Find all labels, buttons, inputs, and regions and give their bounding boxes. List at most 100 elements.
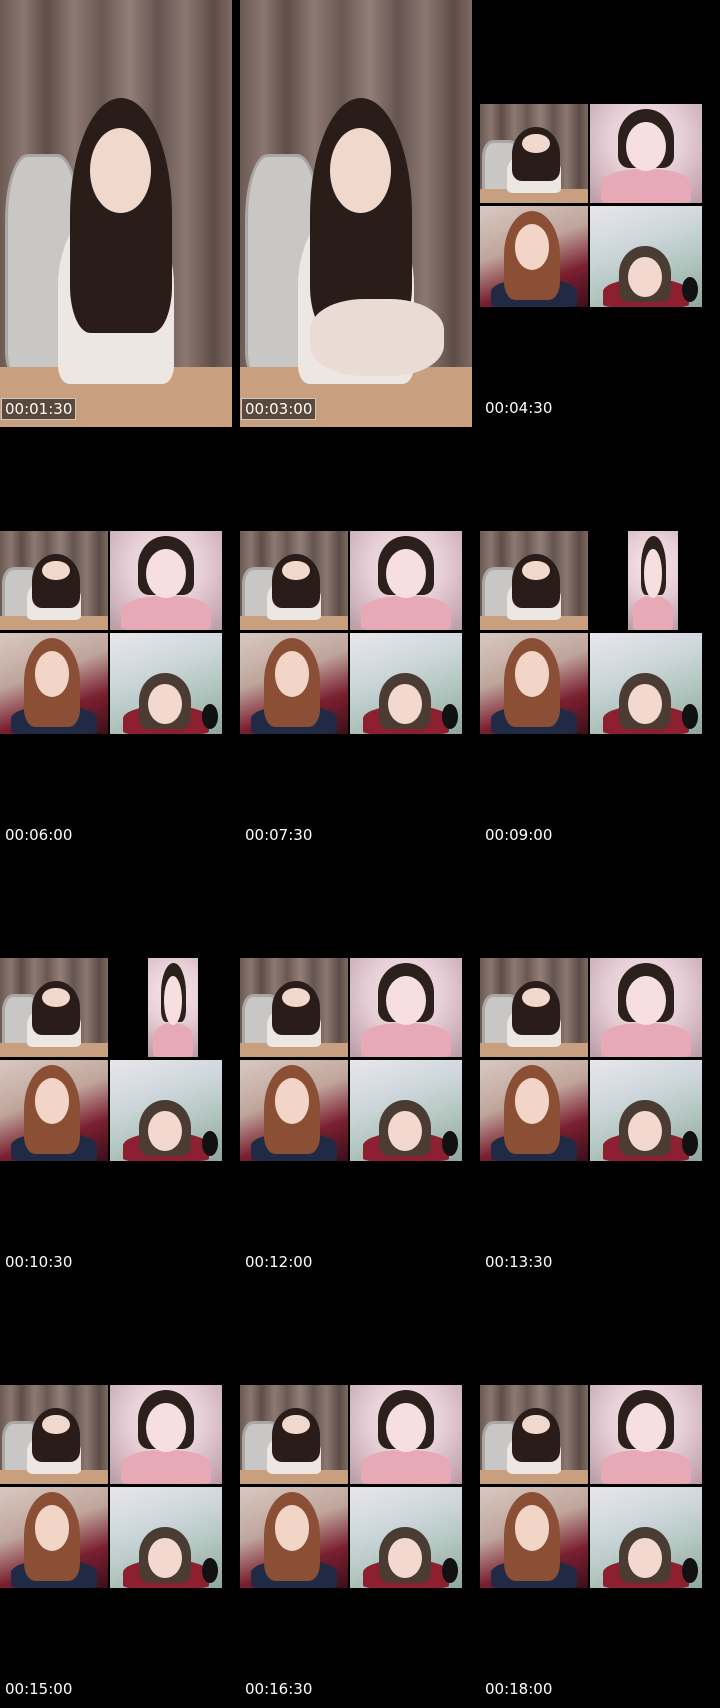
person-body <box>361 1023 451 1057</box>
person-face <box>90 128 151 214</box>
video-tile <box>240 958 348 1057</box>
video-tile <box>590 1385 702 1484</box>
person-face <box>625 121 667 172</box>
person-face <box>385 975 427 1026</box>
video-tile <box>350 1060 462 1161</box>
person-face <box>388 1537 422 1578</box>
video-tile <box>480 104 588 203</box>
person-body <box>361 1450 451 1484</box>
video-tile <box>110 1487 222 1588</box>
video-tile <box>350 531 462 630</box>
video-tile <box>240 633 348 734</box>
video-frame-9: 00:13:30 <box>480 854 712 1281</box>
video-tile <box>0 1060 108 1161</box>
video-tile <box>480 531 588 630</box>
video-frame-6: 00:09:00 <box>480 427 712 854</box>
person-face <box>145 1402 187 1453</box>
person-body <box>601 1450 691 1484</box>
video-tile <box>0 1385 108 1484</box>
person-face <box>514 1078 550 1124</box>
pillow <box>309 298 445 376</box>
microphone <box>441 703 458 729</box>
person-face <box>628 1110 662 1151</box>
person-face <box>34 1505 70 1551</box>
video-tile <box>590 958 702 1057</box>
person-face <box>34 651 70 697</box>
person-face <box>164 975 182 1026</box>
video-frame-7: 00:10:30 <box>0 854 232 1281</box>
video-tile <box>110 633 222 734</box>
video-tile <box>590 104 702 203</box>
video-tile <box>480 1385 588 1484</box>
video-tile <box>240 531 348 630</box>
timestamp-label: 00:06:00 <box>5 826 73 844</box>
person-face <box>644 548 662 599</box>
video-tile <box>590 1060 702 1161</box>
video-tile <box>240 1487 348 1588</box>
timestamp-label: 00:09:00 <box>485 826 553 844</box>
person-face <box>34 1078 70 1124</box>
video-tile <box>110 1060 222 1161</box>
timestamp-label: 00:16:30 <box>245 1680 313 1698</box>
person-face <box>628 256 662 297</box>
video-tile <box>110 1385 222 1484</box>
microphone <box>681 1130 698 1156</box>
person-body <box>633 596 673 630</box>
video-tile <box>0 958 108 1057</box>
person-body <box>153 1023 193 1057</box>
video-frame-2: 00:03:00 <box>240 0 472 427</box>
person-face <box>628 683 662 724</box>
video-tile <box>480 206 588 307</box>
video-tile <box>350 633 462 734</box>
person-face <box>148 1110 182 1151</box>
person-face <box>514 651 550 697</box>
microphone <box>681 276 698 302</box>
video-tile <box>110 531 222 630</box>
video-tile <box>0 633 108 734</box>
video-tile <box>240 1385 348 1484</box>
timestamp-label: 00:12:00 <box>245 1253 313 1271</box>
person-body <box>121 596 211 630</box>
person-face <box>625 1402 667 1453</box>
person-face <box>514 224 550 270</box>
microphone <box>441 1130 458 1156</box>
video-tile <box>350 1487 462 1588</box>
timestamp-label: 00:10:30 <box>5 1253 73 1271</box>
timestamp-label: 00:04:30 <box>485 399 553 417</box>
video-frame-5: 00:07:30 <box>240 427 472 854</box>
video-frame-4: 00:06:00 <box>0 427 232 854</box>
microphone <box>441 1557 458 1583</box>
person-face <box>145 548 187 599</box>
timestamp-label: 00:01:30 <box>1 398 77 420</box>
person-face <box>625 975 667 1026</box>
timestamp-label: 00:18:00 <box>485 1680 553 1698</box>
person-body <box>121 1450 211 1484</box>
microphone <box>201 1557 218 1583</box>
video-frame-3: 00:04:30 <box>480 0 712 427</box>
video-tile <box>628 531 678 630</box>
video-tile <box>350 958 462 1057</box>
person-face <box>385 548 427 599</box>
video-frame-1: 00:01:30 <box>0 0 232 427</box>
person-face <box>514 1505 550 1551</box>
microphone <box>681 1557 698 1583</box>
video-tile <box>240 1060 348 1161</box>
video-tile <box>0 1487 108 1588</box>
video-frame-8: 00:12:00 <box>240 854 472 1281</box>
timestamp-label: 00:15:00 <box>5 1680 73 1698</box>
video-tile <box>480 1060 588 1161</box>
video-tile <box>590 633 702 734</box>
person-face <box>385 1402 427 1453</box>
video-tile <box>148 958 198 1057</box>
timestamp-label: 00:03:00 <box>241 398 317 420</box>
timestamp-label: 00:13:30 <box>485 1253 553 1271</box>
video-tile <box>590 206 702 307</box>
person-body <box>361 596 451 630</box>
microphone <box>681 703 698 729</box>
video-tile <box>590 1487 702 1588</box>
video-frame-11: 00:16:30 <box>240 1281 472 1708</box>
person-face <box>388 683 422 724</box>
video-tile <box>350 1385 462 1484</box>
video-frame-10: 00:15:00 <box>0 1281 232 1708</box>
person-face <box>148 683 182 724</box>
